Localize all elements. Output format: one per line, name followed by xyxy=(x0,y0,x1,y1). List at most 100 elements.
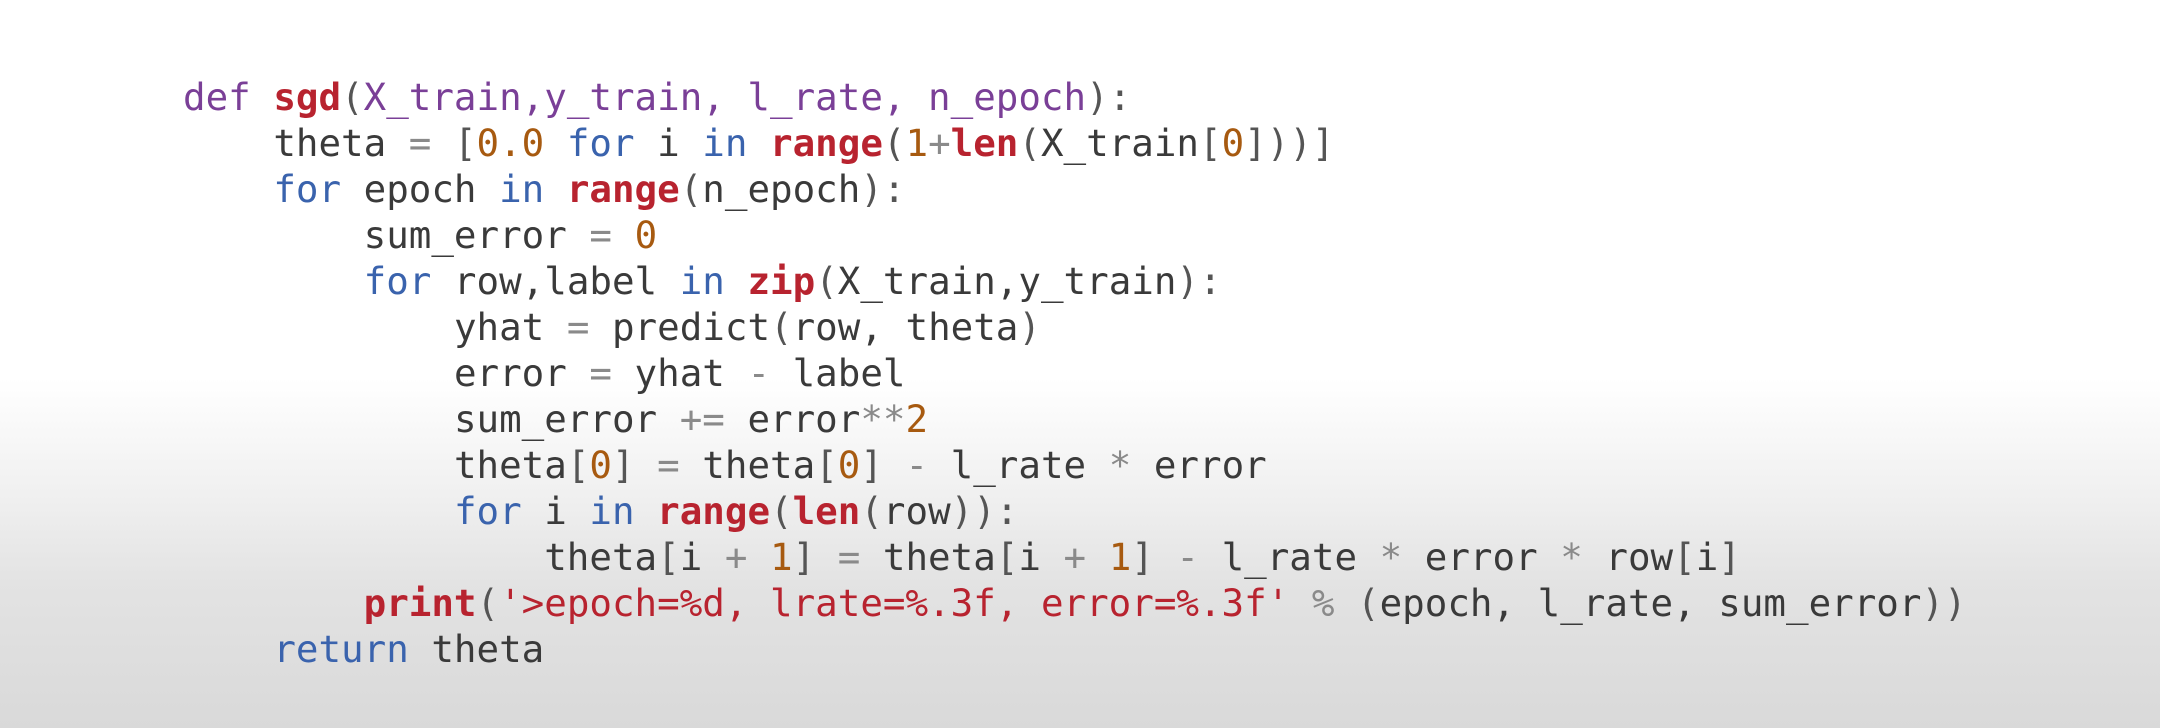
code-token-txt: epoch, l_rate, sum_error xyxy=(1379,581,1922,625)
code-token-txt: theta xyxy=(408,627,545,671)
code-token-num: 1 xyxy=(1108,535,1132,579)
code-token-ctrl: in xyxy=(679,259,725,303)
code-token-punc: [ xyxy=(566,443,590,487)
code-token-punc: [ xyxy=(1199,121,1222,165)
code-token-punc: ]))] xyxy=(1244,121,1335,165)
code-token-txt: i xyxy=(634,121,703,165)
code-token-op: = xyxy=(408,121,432,165)
code-token-fn: range xyxy=(566,167,680,211)
code-token-punc: ] xyxy=(860,443,883,487)
code-token-txt: i xyxy=(1018,535,1064,579)
code-token-num: 0 xyxy=(589,443,612,487)
code-token-txt: theta xyxy=(453,443,567,487)
code-token-num: 1 xyxy=(905,121,929,165)
code-token-txt: n_epoch xyxy=(702,167,861,211)
code-token-txt: X_train xyxy=(1040,121,1200,165)
code-token-fn: zip xyxy=(747,259,816,303)
code-token-txt: predict xyxy=(589,305,771,349)
code-token-num: 2 xyxy=(905,397,929,441)
code-token-op: * xyxy=(1108,443,1132,487)
code-line: for i in range(len(row)): xyxy=(183,488,1967,534)
code-token-op: + xyxy=(1063,535,1087,579)
code-token-ctrl: in xyxy=(589,489,635,533)
code-token-op: = xyxy=(589,351,612,395)
code-token-param: X_train,y_train, l_rate, n_epoch xyxy=(363,75,1087,119)
code-token-txt: row xyxy=(1582,535,1674,579)
code-line: for row,label in zip(X_train,y_train): xyxy=(183,258,1967,304)
code-token-txt: epoch xyxy=(341,167,500,211)
code-token-ctrl: for xyxy=(363,259,432,303)
code-token-kw: def xyxy=(183,75,274,119)
code-token-op: ** xyxy=(860,397,906,441)
code-token-fn: len xyxy=(950,121,1019,165)
code-token-txt: theta xyxy=(679,443,816,487)
code-token-punc: ( xyxy=(770,489,793,533)
code-token-txt: error xyxy=(453,351,590,395)
code-token-op: - xyxy=(905,443,929,487)
code-slide: def sgd(X_train,y_train, l_rate, n_epoch… xyxy=(0,0,2160,728)
code-token-txt: yhat xyxy=(611,351,748,395)
code-token-txt: i xyxy=(1695,535,1719,579)
code-token-punc: ( xyxy=(1357,581,1380,625)
code-token-num: 0 xyxy=(634,213,658,257)
code-token-fn: range xyxy=(657,489,771,533)
code-token-punc: ): xyxy=(1086,75,1132,119)
code-line: def sgd(X_train,y_train, l_rate, n_epoch… xyxy=(183,74,1967,120)
code-line: print('>epoch=%d, lrate=%.3f, error=%.3f… xyxy=(183,580,1967,626)
code-token-ctrl: for xyxy=(566,121,635,165)
code-token-fn: len xyxy=(792,489,861,533)
code-token-num: 0 xyxy=(837,443,861,487)
code-token-punc: ] xyxy=(611,443,635,487)
code-token-fn: sgd xyxy=(273,75,342,119)
code-token-op: = xyxy=(589,213,612,257)
code-token-txt: row xyxy=(882,489,951,533)
code-token-txt: label xyxy=(770,351,906,395)
code-token-op: += xyxy=(679,397,725,441)
code-token-str: '>epoch=%d, lrate=%.3f, error=%.3f' xyxy=(499,581,1290,625)
code-token-txt: i xyxy=(521,489,590,533)
code-token-op: - xyxy=(747,351,771,395)
code-token-txt: theta xyxy=(273,121,409,165)
code-token-txt: l_rate xyxy=(928,443,1109,487)
code-token-punc: [ xyxy=(1673,535,1696,579)
code-token-op: + xyxy=(928,121,951,165)
code-token-punc: ( xyxy=(882,121,906,165)
code-token-punc: ] xyxy=(1131,535,1154,579)
code-token-punc: ( xyxy=(1018,121,1041,165)
code-token-op: - xyxy=(1176,535,1199,579)
code-line: yhat = predict(row, theta) xyxy=(183,304,1967,350)
code-line: sum_error = 0 xyxy=(183,212,1967,258)
code-token-op: * xyxy=(1379,535,1403,579)
code-token-ctrl: for xyxy=(453,489,522,533)
code-token-punc: ( xyxy=(860,489,883,533)
code-token-txt: i xyxy=(679,535,725,579)
code-block: def sgd(X_train,y_train, l_rate, n_epoch… xyxy=(183,74,1967,672)
code-token-punc: [ xyxy=(815,443,838,487)
code-token-txt: row,label xyxy=(431,259,680,303)
code-line: return theta xyxy=(183,626,1967,672)
code-token-punc: ( xyxy=(815,259,838,303)
code-line: theta[i + 1] = theta[i + 1] - l_rate * e… xyxy=(183,534,1967,580)
code-line: error = yhat - label xyxy=(183,350,1967,396)
